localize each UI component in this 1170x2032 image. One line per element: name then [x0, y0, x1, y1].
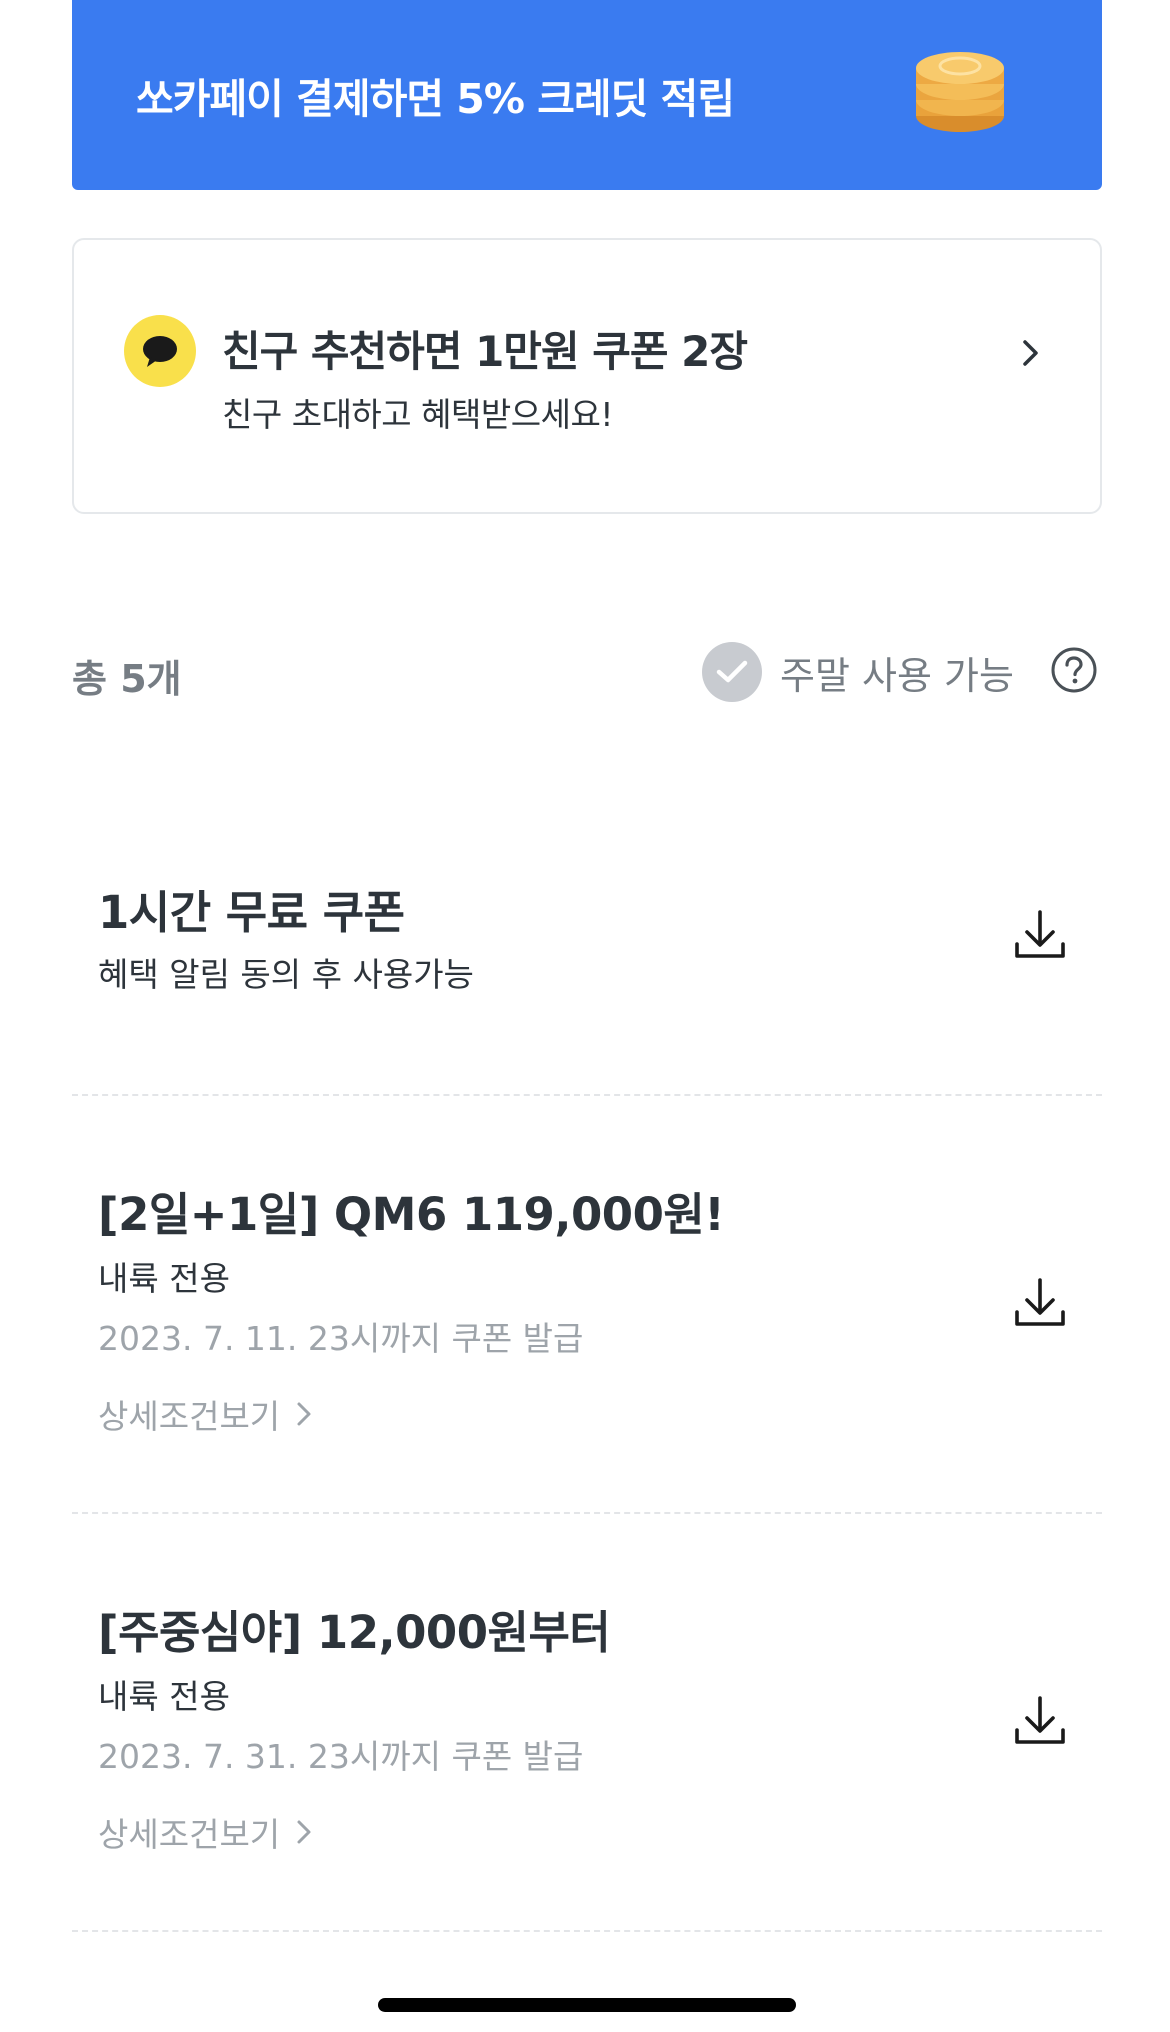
chevron-right-icon: [297, 1402, 311, 1426]
credit-promo-banner[interactable]: 쏘카페이 결제하면 5% 크레딧 적립: [72, 0, 1102, 190]
chevron-right-icon: [297, 1820, 311, 1844]
coin-stack-icon: [916, 52, 1004, 132]
coupon-description: 내륙 전용: [98, 1677, 230, 1716]
banner-text: 쏘카페이 결제하면 5% 크레딧 적립: [136, 75, 735, 123]
download-icon[interactable]: [1012, 1274, 1068, 1330]
coupon-item: [주중심야] 12,000원부터 내륙 전용 2023. 7. 31. 23시까…: [72, 1588, 1102, 1858]
home-indicator[interactable]: [378, 1998, 796, 2012]
download-icon[interactable]: [1012, 906, 1068, 962]
coupon-detail-link[interactable]: 상세조건보기: [98, 1808, 312, 1856]
coupon-count-label: 총 5개: [72, 657, 182, 701]
coupon-item: [2일+1일] QM6 119,000원! 내륙 전용 2023. 7. 11.…: [72, 1170, 1102, 1440]
coupon-issue-deadline: 2023. 7. 11. 23시까지 쿠폰 발급: [98, 1319, 584, 1358]
check-circle-icon[interactable]: [702, 642, 762, 702]
coupon-issue-deadline: 2023. 7. 31. 23시까지 쿠폰 발급: [98, 1737, 584, 1776]
help-icon[interactable]: [1050, 646, 1098, 694]
coupon-title: [2일+1일] QM6 119,000원!: [98, 1188, 725, 1241]
coupon-title: [주중심야] 12,000원부터: [98, 1606, 611, 1659]
coupon-detail-link[interactable]: 상세조건보기: [98, 1390, 312, 1438]
divider: [72, 1512, 1102, 1514]
chevron-right-icon: [1023, 340, 1038, 366]
weekend-filter-toggle[interactable]: 주말 사용 가능: [702, 640, 1014, 704]
coupon-description: 혜택 알림 동의 후 사용가능: [98, 955, 474, 994]
invite-subtitle: 친구 초대하고 혜택받으세요!: [222, 395, 614, 434]
invite-friends-card[interactable]: 친구 추천하면 1만원 쿠폰 2장 친구 초대하고 혜택받으세요!: [72, 238, 1102, 514]
divider: [72, 1930, 1102, 1932]
coupon-item: 1시간 무료 쿠폰 혜택 알림 동의 후 사용가능: [72, 870, 1102, 1070]
coupon-title: 1시간 무료 쿠폰: [98, 886, 405, 939]
download-icon[interactable]: [1012, 1692, 1068, 1748]
kakaotalk-icon: [124, 315, 196, 387]
weekend-filter-label: 주말 사용 가능: [780, 653, 1014, 698]
coupon-description: 내륙 전용: [98, 1259, 230, 1298]
coupon-detail-label: 상세조건보기: [98, 1397, 281, 1436]
coupon-detail-label: 상세조건보기: [98, 1815, 281, 1854]
divider: [72, 1094, 1102, 1096]
invite-title: 친구 추천하면 1만원 쿠폰 2장: [222, 327, 748, 376]
